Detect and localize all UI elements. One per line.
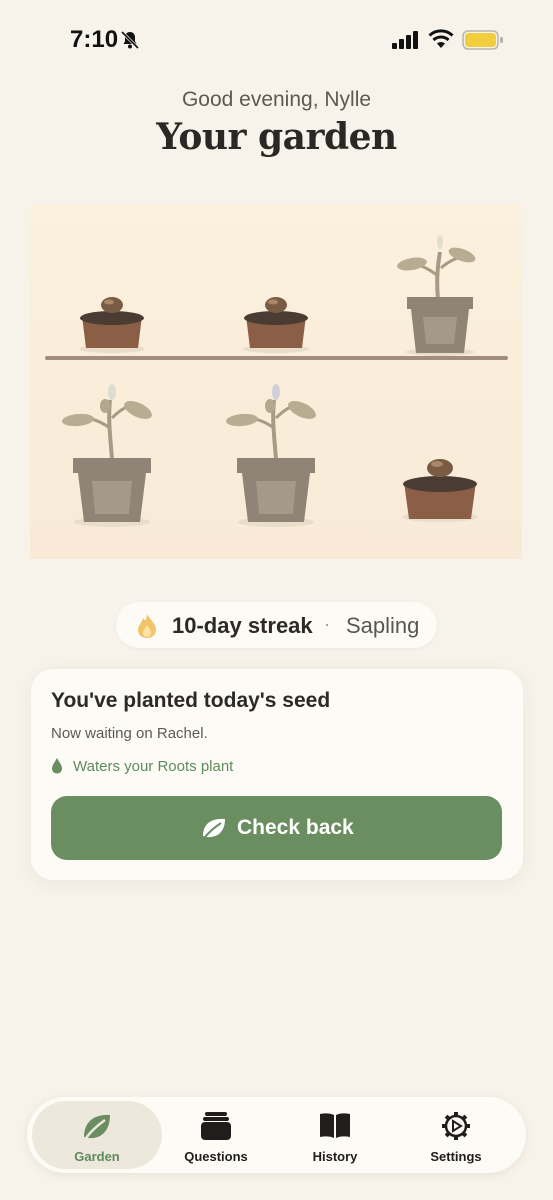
card-title: You've planted today's seed	[51, 689, 331, 712]
seed-pot-icon[interactable]	[243, 297, 309, 353]
bell-slash-icon	[120, 30, 140, 50]
shelf	[45, 356, 508, 360]
nav-label-history: History	[312, 1149, 358, 1164]
streak-label: 10-day streak	[172, 613, 313, 638]
leaf-icon	[203, 818, 225, 838]
bottom-nav: Garden Questions History Settings	[27, 1097, 526, 1173]
card-note: Waters your Roots plant	[73, 758, 234, 775]
nav-label-garden: Garden	[74, 1149, 120, 1164]
gear-icon	[442, 1112, 470, 1140]
signal-icon	[392, 31, 418, 49]
greeting-text: Good evening, Nylle	[181, 88, 372, 111]
check-back-label: Check back	[237, 816, 354, 839]
sprout-pot-icon[interactable]	[226, 384, 319, 527]
nav-item-settings[interactable]: Settings	[391, 1101, 521, 1169]
growth-stage: Sapling	[346, 613, 420, 638]
garden-svg	[45, 235, 508, 527]
book-icon	[320, 1113, 350, 1138]
battery-icon	[462, 30, 503, 50]
status-time: 7:10	[70, 26, 119, 53]
streak-separator: ·	[324, 614, 330, 634]
seed-pot-icon[interactable]	[79, 297, 145, 353]
nav-label-questions: Questions	[184, 1149, 248, 1164]
page-title: Your garden	[156, 116, 397, 158]
garden-illustration	[30, 204, 522, 559]
status-bar: 7:10	[0, 0, 553, 80]
flame-icon	[138, 614, 156, 638]
leaf-icon	[84, 1114, 110, 1139]
sprout-pot-icon[interactable]	[396, 235, 477, 356]
wifi-icon	[428, 29, 454, 48]
seed-pot-icon[interactable]	[402, 459, 478, 522]
streak-pill: 10-day streak · Sapling	[116, 602, 437, 648]
check-back-button[interactable]: Check back	[51, 796, 502, 860]
nav-item-history[interactable]: History	[270, 1101, 400, 1169]
nav-item-garden[interactable]: Garden	[32, 1101, 162, 1169]
nav-item-questions[interactable]: Questions	[151, 1101, 281, 1169]
daily-seed-card: You've planted today's seed Now waiting …	[31, 669, 523, 880]
card-subtitle: Now waiting on Rachel.	[51, 725, 208, 742]
nav-label-settings: Settings	[430, 1149, 482, 1164]
water-drop-icon	[52, 758, 62, 774]
cards-icon	[201, 1112, 231, 1140]
sprout-pot-icon[interactable]	[62, 384, 155, 527]
